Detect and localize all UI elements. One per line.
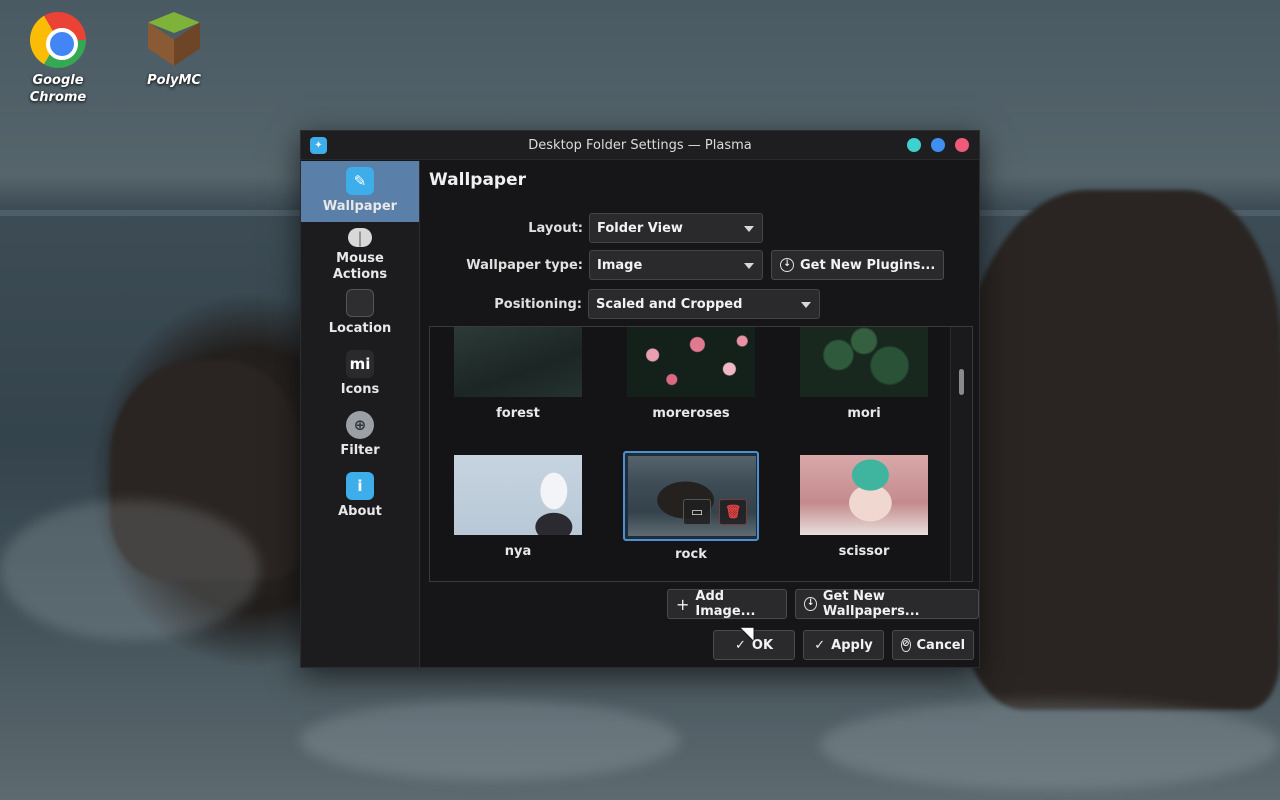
sidebar-item-about[interactable]: i About [301, 466, 419, 527]
foam [0, 500, 260, 640]
wallpaper-label: forest [496, 406, 540, 421]
wallpaper-label: mori [847, 406, 881, 421]
wallpaper-grid[interactable]: forest moreroses mori nya rock ▭ 🗑 sciss… [429, 326, 973, 582]
wallpaper-actions: + Add Image... ↓ Get New Wallpapers... [667, 589, 979, 619]
page-title: Wallpaper [429, 170, 526, 190]
apply-button[interactable]: ✓ Apply [803, 630, 884, 660]
wallpaper-moreroses[interactable]: moreroses [623, 327, 759, 421]
minimize-button[interactable] [907, 138, 921, 152]
desktop-icon-chrome[interactable]: Google Chrome [13, 12, 103, 106]
download-icon: ↓ [804, 597, 817, 611]
wallpaper-mori[interactable]: mori [796, 327, 932, 421]
rock-right [960, 190, 1280, 710]
wallpaper-thumbnail [627, 327, 755, 397]
plus-icon: + [676, 594, 690, 614]
sidebar-item-label: Wallpaper [322, 199, 398, 214]
apply-label: Apply [831, 637, 873, 653]
check-icon: ✓ [814, 637, 826, 653]
filter-icon: ⊕ [346, 411, 374, 439]
download-icon: ↓ [780, 258, 794, 272]
grid-scrollbar[interactable] [950, 327, 972, 581]
get-new-wallpapers-label: Get New Wallpapers... [822, 589, 920, 619]
close-button[interactable] [955, 138, 969, 152]
add-image-label: Add Image... [695, 589, 756, 619]
layout-label: Layout: [528, 220, 583, 236]
chrome-icon [30, 12, 86, 68]
wallpaper-thumbnail [800, 327, 928, 397]
wallpaper-type-value: Image [597, 257, 643, 273]
sidebar-item-label: Mouse Actions [332, 251, 388, 282]
wallpaper-thumbnail [454, 327, 582, 397]
foam [300, 700, 680, 780]
sidebar: ✎ Wallpaper | Mouse Actions Location mi … [301, 161, 420, 667]
layout-value: Folder View [597, 220, 683, 236]
wallpaper-rock[interactable]: rock ▭ 🗑 [623, 451, 759, 562]
plasma-app-icon: ✦ [310, 137, 327, 154]
window-controls [907, 138, 969, 152]
foam [820, 700, 1280, 790]
wallpaper-thumbnail [800, 455, 928, 535]
get-new-plugins-button[interactable]: ↓ Get New Plugins... [771, 250, 945, 280]
desktop-icon-label: PolyMC [147, 73, 201, 88]
chevron-down-icon [744, 226, 754, 232]
positioning-label: Positioning: [494, 296, 582, 312]
delete-button[interactable]: 🗑 [719, 499, 747, 525]
wallpaper-forest[interactable]: forest [450, 327, 586, 421]
window-title: Desktop Folder Settings — Plasma [528, 137, 752, 153]
wallpaper-label: scissor [838, 544, 890, 559]
sidebar-item-icons[interactable]: mi Icons [301, 344, 419, 405]
get-new-plugins-label: Get New Plugins... [800, 257, 936, 273]
positioning-row: Positioning: Scaled and Cropped [428, 289, 820, 319]
titlebar[interactable]: ✦ Desktop Folder Settings — Plasma [301, 131, 979, 160]
open-folder-button[interactable]: ▭ [683, 499, 711, 525]
polymc-icon [146, 12, 202, 68]
sidebar-item-label: Location [328, 321, 392, 336]
sidebar-item-filter[interactable]: ⊕ Filter [301, 405, 419, 466]
cancel-button[interactable]: ⊘ Cancel [892, 630, 974, 660]
desktop-icon-polymc[interactable]: PolyMC [129, 12, 219, 89]
layout-combo[interactable]: Folder View [589, 213, 763, 243]
wallpaper-thumbnail [454, 455, 582, 535]
desktop-icon-label: Google Chrome [29, 73, 87, 105]
wallpaper-type-row: Wallpaper type: Image ↓ Get New Plugins.… [429, 250, 945, 280]
chevron-down-icon [744, 263, 754, 269]
settings-window: ✦ Desktop Folder Settings — Plasma ✎ Wal… [300, 130, 980, 668]
sidebar-item-label: Filter [340, 443, 380, 458]
get-new-wallpapers-button[interactable]: ↓ Get New Wallpapers... [795, 589, 979, 619]
folder-icon: ▭ [690, 504, 704, 520]
positioning-value: Scaled and Cropped [596, 296, 743, 312]
selection-frame [623, 451, 759, 541]
sidebar-item-location[interactable]: Location [301, 283, 419, 344]
wallpaper-scissor[interactable]: scissor [796, 455, 932, 559]
mi-icon: mi [346, 350, 374, 378]
cancel-label: Cancel [916, 637, 966, 653]
positioning-combo[interactable]: Scaled and Cropped [588, 289, 820, 319]
cancel-icon: ⊘ [900, 638, 911, 652]
wallpaper-type-label: Wallpaper type: [466, 257, 583, 273]
wallpaper-label: rock [675, 547, 707, 562]
wallpaper-nya[interactable]: nya [450, 455, 586, 559]
wallpaper-label: moreroses [652, 406, 730, 421]
check-icon: ✓ [734, 637, 746, 653]
info-icon: i [346, 472, 374, 500]
main-panel: Wallpaper Layout: Folder View Wallpaper … [421, 161, 979, 667]
scrollbar-thumb[interactable] [959, 369, 964, 395]
layout-row: Layout: Folder View [429, 213, 763, 243]
sidebar-item-label: About [338, 504, 382, 519]
ok-label: OK [751, 637, 774, 653]
sidebar-item-mouse-actions[interactable]: | Mouse Actions [301, 222, 419, 283]
wallpaper-icon: ✎ [346, 167, 374, 195]
folder-icon [346, 289, 374, 317]
maximize-button[interactable] [931, 138, 945, 152]
chevron-down-icon [801, 302, 811, 308]
mouse-icon: | [348, 228, 372, 247]
sidebar-item-label: Icons [340, 382, 380, 397]
wallpaper-type-combo[interactable]: Image [589, 250, 763, 280]
trash-icon: 🗑 [724, 504, 742, 520]
wallpaper-label: nya [504, 544, 532, 559]
sidebar-item-wallpaper[interactable]: ✎ Wallpaper [301, 161, 419, 222]
add-image-button[interactable]: + Add Image... [667, 589, 788, 619]
